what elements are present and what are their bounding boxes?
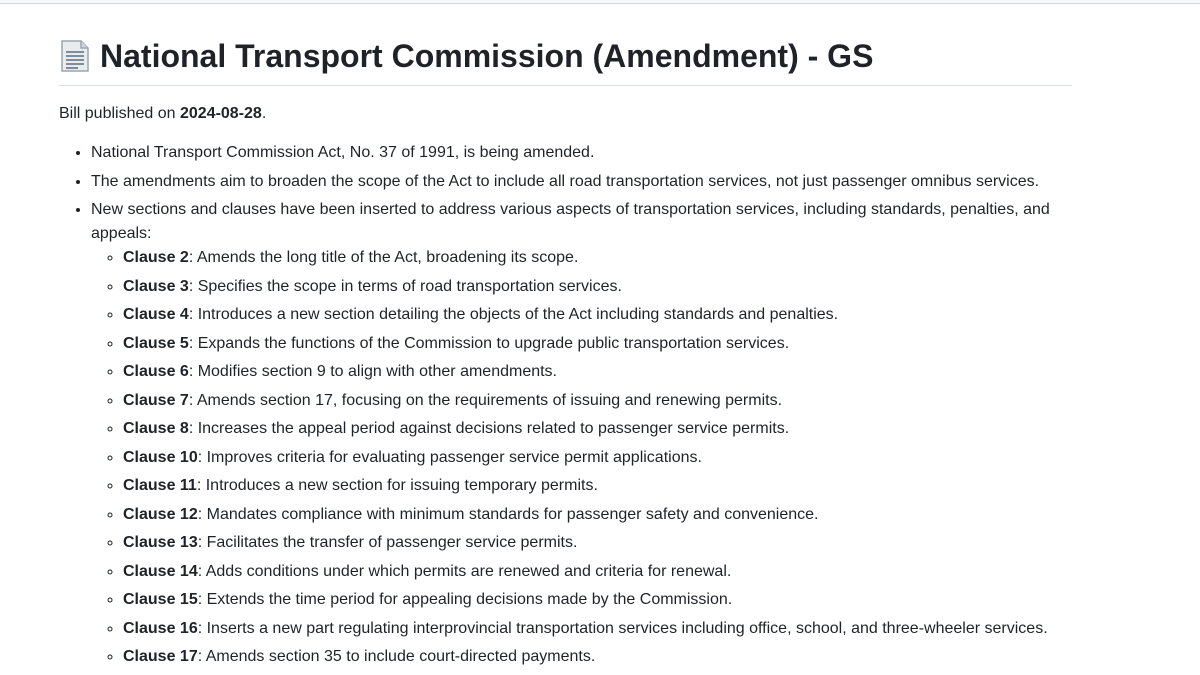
top-border: [0, 0, 1200, 4]
title-text: National Transport Commission (Amendment…: [100, 38, 874, 74]
summary-point-text: New sections and clauses have been inser…: [91, 201, 1050, 242]
clause-list: Clause 2: Amends the long title of the A…: [91, 246, 1072, 669]
clause-text: : Mandates compliance with minimum stand…: [197, 505, 819, 523]
page-title: National Transport Commission (Amendment…: [59, 36, 1072, 86]
clause-text: : Amends section 17, focusing on the req…: [188, 391, 783, 409]
clause-text: : Expands the functions of the Commissio…: [188, 334, 790, 352]
clause-item: Clause 14: Adds conditions under which p…: [123, 560, 1072, 584]
clause-item: Clause 8: Increases the appeal period ag…: [123, 417, 1072, 441]
clause-label: Clause 14: [123, 562, 198, 580]
clause-item: Clause 5: Expands the functions of the C…: [123, 332, 1072, 356]
clause-label: Clause 10: [123, 448, 198, 466]
clause-item: Clause 16: Inserts a new part regulating…: [123, 617, 1072, 641]
clause-label: Clause 12: [123, 505, 198, 523]
document-content: National Transport Commission (Amendment…: [59, 36, 1072, 674]
clause-label: Clause 17: [123, 648, 198, 665]
published-line: Bill published on 2024-08-28.: [59, 103, 1072, 125]
clause-item: Clause 2: Amends the long title of the A…: [123, 246, 1072, 270]
clause-label: Clause 11: [123, 477, 197, 494]
clause-text: : Modifies section 9 to align with other…: [188, 363, 557, 380]
clause-text: : Amends section 35 to include court-dir…: [197, 648, 596, 665]
document-icon: [59, 39, 91, 73]
clause-label: Clause 13: [123, 534, 198, 551]
clause-item: Clause 7: Amends section 17, focusing on…: [123, 389, 1072, 413]
clause-label: Clause 3: [123, 277, 189, 295]
summary-point: National Transport Commission Act, No. 3…: [91, 141, 1072, 165]
clause-text: : Extends the time period for appealing …: [197, 591, 733, 608]
summary-point: The amendments aim to broaden the scope …: [91, 170, 1072, 194]
clause-text: : Improves criteria for evaluating passe…: [197, 448, 702, 466]
clause-text: : Adds conditions under which permits ar…: [197, 562, 732, 580]
clause-label: Clause 2: [123, 249, 189, 266]
clause-item: Clause 10: Improves criteria for evaluat…: [123, 446, 1072, 470]
clause-text: : Amends the long title of the Act, broa…: [188, 249, 579, 266]
clause-label: Clause 6: [123, 363, 189, 380]
clause-item: Clause 11: Introduces a new section for …: [123, 474, 1072, 498]
clause-item: Clause 15: Extends the time period for a…: [123, 588, 1072, 612]
clause-text: : Introduces a new section detailing the…: [188, 306, 839, 323]
clause-label: Clause 7: [123, 391, 189, 409]
clause-item: Clause 17: Amends section 35 to include …: [123, 645, 1072, 669]
clause-text: : Increases the appeal period against de…: [188, 420, 790, 437]
clause-item: Clause 6: Modifies section 9 to align wi…: [123, 360, 1072, 384]
clause-text: : Introduces a new section for issuing t…: [196, 477, 598, 494]
clause-label: Clause 5: [123, 334, 189, 352]
published-suffix: .: [261, 105, 267, 122]
clause-item: Clause 12: Mandates compliance with mini…: [123, 503, 1072, 527]
clause-text: : Inserts a new part regulating interpro…: [197, 619, 1048, 637]
published-prefix: Bill published on: [59, 105, 180, 122]
clause-label: Clause 15: [123, 591, 198, 608]
clause-text: : Facilitates the transfer of passenger …: [197, 534, 578, 551]
clause-label: Clause 16: [123, 619, 198, 637]
clause-item: Clause 3: Specifies the scope in terms o…: [123, 275, 1072, 299]
summary-point-clauses: New sections and clauses have been inser…: [91, 198, 1072, 669]
published-date: 2024-08-28: [179, 105, 262, 122]
clause-text: : Specifies the scope in terms of road t…: [188, 277, 622, 295]
summary-list: National Transport Commission Act, No. 3…: [59, 141, 1072, 669]
clause-label: Clause 4: [123, 306, 189, 323]
clause-item: Clause 4: Introduces a new section detai…: [123, 303, 1072, 327]
clause-label: Clause 8: [123, 420, 189, 437]
clause-item: Clause 13: Facilitates the transfer of p…: [123, 531, 1072, 555]
